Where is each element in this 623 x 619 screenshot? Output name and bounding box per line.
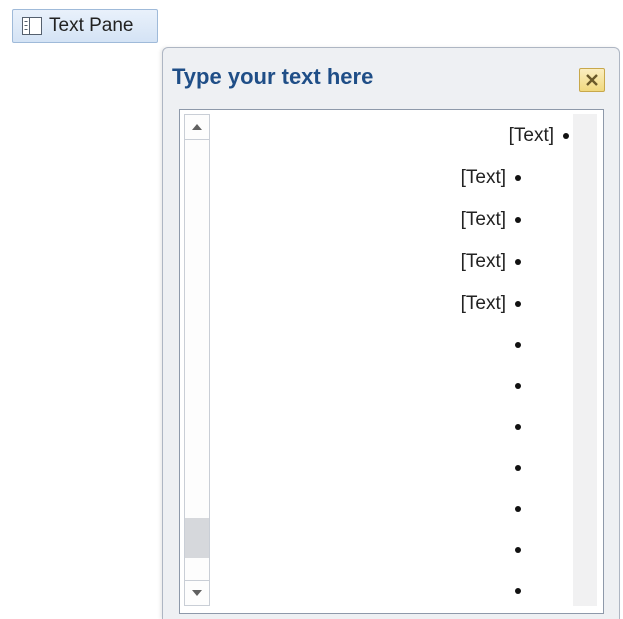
close-icon [586, 74, 598, 86]
text-pane-icon [21, 15, 43, 37]
bullet-text: [Text] [460, 209, 506, 230]
text-pane-toggle-label: Text Pane [49, 15, 134, 36]
arrow-down-icon [192, 590, 202, 596]
bullet-dot [515, 588, 521, 594]
bullet-item[interactable] [515, 454, 521, 482]
bullet-item[interactable]: [Text] [461, 206, 521, 234]
bullet-text: [Text] [508, 125, 554, 146]
arrow-up-icon [192, 124, 202, 130]
bullet-dot [515, 259, 521, 265]
pane-title: Type your text here [172, 64, 374, 89]
bullet-item[interactable] [515, 536, 521, 564]
bullet-dot [515, 175, 521, 181]
bullet-item[interactable] [515, 577, 521, 605]
bullet-item[interactable]: [Text] [509, 122, 569, 150]
bullet-dot [515, 547, 521, 553]
scroll-up-button[interactable] [185, 115, 209, 140]
text-pane-toggle-button[interactable]: Text Pane [12, 9, 158, 43]
bullet-item[interactable] [515, 495, 521, 523]
scroll-thumb[interactable] [185, 518, 209, 558]
bullet-dot [515, 424, 521, 430]
text-pane: Type your text here [Text] [Text] [Text] [T… [162, 47, 620, 619]
bullet-text: [Text] [460, 251, 506, 272]
bullet-item[interactable]: [Text] [461, 290, 521, 318]
text-edit-area[interactable]: [Text] [Text] [Text] [Text] [Text] [179, 109, 604, 614]
bullet-item[interactable] [515, 331, 521, 359]
close-button[interactable] [579, 68, 605, 92]
bullet-dot [563, 133, 569, 139]
bullet-dot [515, 342, 521, 348]
bullet-dot [515, 301, 521, 307]
bullet-item[interactable] [515, 372, 521, 400]
bullet-item[interactable] [515, 413, 521, 441]
bullet-text: [Text] [460, 167, 506, 188]
bullet-dot [515, 506, 521, 512]
right-margin-strip [573, 114, 597, 606]
bullet-dot [515, 217, 521, 223]
scroll-down-button[interactable] [185, 580, 209, 605]
bullet-dot [515, 465, 521, 471]
bullet-text: [Text] [460, 293, 506, 314]
bullet-item[interactable]: [Text] [461, 248, 521, 276]
bullet-item[interactable]: [Text] [461, 164, 521, 192]
vertical-scrollbar[interactable] [184, 114, 210, 606]
bullet-dot [515, 383, 521, 389]
